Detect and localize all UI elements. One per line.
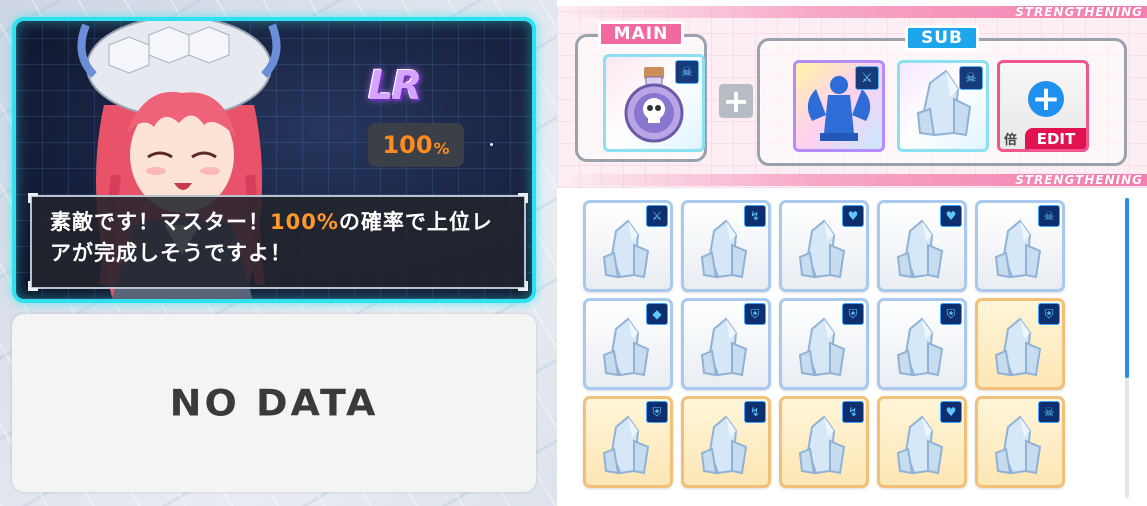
boomerang-icon: ↯	[744, 205, 766, 227]
dialog-text-pre: 素敵です！マスター！	[50, 210, 270, 234]
strengthening-label-bottom: STRENGTHENING	[1015, 173, 1143, 187]
sword-icon: ⚔	[855, 66, 879, 90]
no-data-label: NO DATA	[169, 382, 379, 424]
crystal-icon	[994, 317, 1042, 377]
shield-icon: ⛨	[646, 401, 668, 423]
inventory-item[interactable]: ♥	[779, 200, 869, 292]
inventory-item[interactable]: ⚔	[583, 200, 673, 292]
strengthening-label-top: STRENGTHENING	[1015, 5, 1143, 19]
sub-material-card-2[interactable]: ☠	[897, 60, 989, 152]
crystal-icon	[602, 317, 650, 377]
heart-icon: ♥	[940, 401, 962, 423]
crystal-icon	[798, 415, 846, 475]
crystal-icon	[602, 415, 650, 475]
shield-icon: ⛨	[842, 303, 864, 325]
character-panel: LR 100% 素敵です！マスター！100%の確率で上位レアが完成しそうですよ！	[12, 17, 536, 303]
main-material-card[interactable]: ☠	[603, 54, 705, 152]
success-rate-unit: %	[433, 138, 450, 158]
shield-icon: ⛨	[744, 303, 766, 325]
dialog-text: 素敵です！マスター！100%の確率で上位レアが完成しそうですよ！	[50, 207, 508, 269]
rarity-badge: LR	[368, 63, 422, 109]
inventory-item[interactable]: ◆	[583, 298, 673, 390]
crystal-icon	[700, 317, 748, 377]
inventory-item[interactable]: ♥	[877, 200, 967, 292]
add-icon: +	[1028, 81, 1064, 117]
edit-slot-text: 倍	[1004, 133, 1018, 148]
sub-material-card-1[interactable]: ⚔	[793, 60, 885, 152]
crystal-icon	[798, 219, 846, 279]
right-panel: STRENGTHENING STRENGTHENING MAIN SUB + ☠	[557, 0, 1147, 506]
edit-label: EDIT	[1025, 128, 1086, 149]
skull-icon: ☠	[1038, 401, 1060, 423]
inventory-item[interactable]: ⛨	[681, 298, 771, 390]
inventory-item[interactable]: ⛨	[877, 298, 967, 390]
shield-icon: ⛨	[1038, 303, 1060, 325]
dialog-text-highlight: 100%	[270, 210, 339, 234]
skull-icon: ☠	[675, 60, 699, 84]
main-title: MAIN	[598, 21, 684, 47]
crystal-icon	[602, 219, 650, 279]
success-rate-box: 100%	[368, 123, 464, 167]
no-data-panel: NO DATA	[12, 314, 536, 492]
sparkle	[490, 143, 493, 146]
edit-sub-materials-button[interactable]: + 倍 EDIT	[997, 60, 1089, 152]
dialog-box: 素敵です！マスター！100%の確率で上位レアが完成しそうですよ！	[28, 193, 528, 291]
scrollbar-thumb[interactable]	[1125, 198, 1129, 378]
inventory-item[interactable]: ⛨	[975, 298, 1065, 390]
shield-icon: ⛨	[940, 303, 962, 325]
inventory-item[interactable]: ↯	[681, 200, 771, 292]
crystal-icon	[896, 415, 944, 475]
success-rate-value: 100	[382, 131, 433, 159]
inventory-item[interactable]: ☠	[975, 396, 1065, 488]
skull-icon: ☠	[959, 66, 983, 90]
heart-icon: ♥	[940, 205, 962, 227]
sub-title: SUB	[905, 25, 979, 51]
crystal-icon	[700, 219, 748, 279]
inventory-item[interactable]: ⛨	[583, 396, 673, 488]
crystal-icon	[700, 415, 748, 475]
heart-icon: ♥	[842, 205, 864, 227]
strengthening-panel: STRENGTHENING STRENGTHENING MAIN SUB + ☠	[557, 5, 1147, 188]
boomerang-icon: ↯	[744, 401, 766, 423]
combine-plus-icon: +	[719, 84, 753, 118]
gem-icon: ◆	[646, 303, 668, 325]
inventory-grid: ⚔ ↯ ♥ ♥ ☠ ◆ ⛨ ⛨ ⛨ ⛨ ⛨ ↯ ↯ ♥ ☠	[583, 200, 1073, 506]
sword-icon: ⚔	[646, 205, 668, 227]
boomerang-icon: ↯	[842, 401, 864, 423]
inventory-item[interactable]: ♥	[877, 396, 967, 488]
crystal-icon	[798, 317, 846, 377]
inventory-item[interactable]: ⛨	[779, 298, 869, 390]
inventory-item[interactable]: ☠	[975, 200, 1065, 292]
crystal-icon	[994, 415, 1042, 475]
crystal-icon	[994, 219, 1042, 279]
inventory-scrollbar[interactable]	[1125, 198, 1129, 498]
inventory-item[interactable]: ↯	[681, 396, 771, 488]
inventory-item[interactable]: ↯	[779, 396, 869, 488]
crystal-icon	[896, 317, 944, 377]
crystal-icon	[896, 219, 944, 279]
skull-icon: ☠	[1038, 205, 1060, 227]
